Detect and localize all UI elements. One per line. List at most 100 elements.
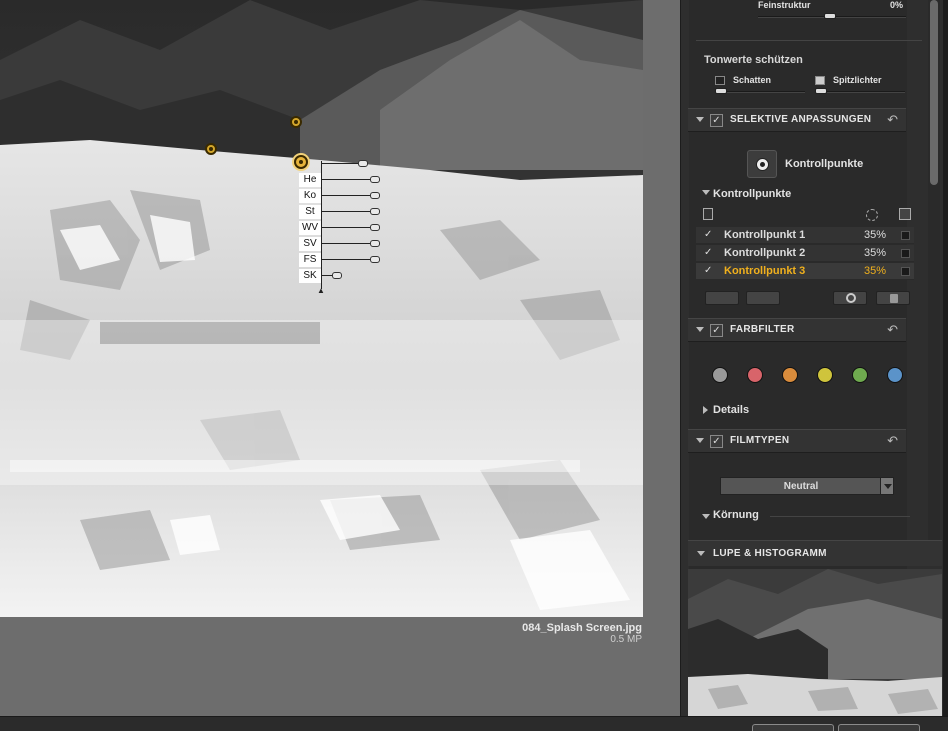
duplicate-button[interactable] [705,291,739,305]
row-checkbox[interactable]: ✓ [704,247,712,258]
highlights-slider-knob[interactable] [815,88,827,94]
icon-dot [760,162,765,167]
slider-track [321,243,373,244]
slider-structure[interactable]: St [297,205,387,219]
slider-track [321,227,373,228]
row-checkbox[interactable]: ✓ [704,265,712,276]
feinstruktur-slider-knob[interactable] [824,13,836,19]
delete-button[interactable] [876,291,910,305]
slider-fs[interactable]: FS [297,253,387,267]
slider-label: WV [299,221,321,235]
highlights-slider[interactable] [815,91,905,93]
file-name: 084_Splash Screen.jpg [522,622,642,634]
slider-label: FS [299,253,321,267]
mask-icon[interactable] [866,209,878,221]
details-label[interactable]: Details [713,404,749,416]
collapse-arrow-icon[interactable] [696,438,704,443]
row-checkbox[interactable]: ✓ [704,229,712,240]
panel-edge [943,0,948,716]
section-enable-checkbox[interactable]: ✓ [710,324,723,337]
slider-contrast[interactable]: Ko [297,189,387,203]
filter-orange-swatch[interactable] [782,367,798,383]
feinstruktur-label: Feinstruktur [758,0,811,10]
control-point-row-2[interactable]: ✓ Kontrollpunkt 2 35% [696,245,914,262]
reset-icon[interactable]: ↶ [887,433,898,449]
grain-collapse-arrow-icon[interactable] [702,514,710,519]
slider-knob[interactable] [370,224,380,231]
control-point-icon [756,158,769,171]
file-megapixels: 0.5 MP [610,634,642,645]
bottom-button-1[interactable] [752,724,834,731]
feinstruktur-value: 0% [890,0,904,10]
tonwerte-title: Tonwerte schützen [704,54,803,66]
panel-scrollbar-thumb[interactable] [930,0,938,185]
chevron-down-icon[interactable] [880,478,893,494]
add-control-point-label: Kontrollpunkte [785,158,864,170]
section-header-selective[interactable]: ✓ SELEKTIVE ANPASSUNGEN ↶ [688,108,906,132]
reset-icon[interactable]: ↶ [887,112,898,128]
filter-green-swatch[interactable] [852,367,868,383]
slider-knob[interactable] [370,176,380,183]
image-canvas: He Ko St WV SV FS SK ▲ 084_Splash Screen… [0,0,680,716]
film-type-select[interactable]: Neutral [720,477,894,495]
filter-red-swatch[interactable] [747,367,763,383]
control-point-size-slider[interactable] [297,157,387,171]
shadows-label: Schatten [733,75,772,85]
shadows-slider-knob[interactable] [715,88,727,94]
row-mask-toggle[interactable] [901,231,910,240]
filter-yellow-swatch[interactable] [817,367,833,383]
row-mask-toggle[interactable] [901,267,910,276]
section-title: LUPE & HISTOGRAMM [713,548,827,559]
slider-knob[interactable] [370,208,380,215]
section-enable-checkbox[interactable]: ✓ [710,114,723,127]
list-collapse-arrow-icon[interactable] [702,190,710,195]
section-title: FARBFILTER [730,324,795,335]
slider-sv[interactable]: SV [297,237,387,251]
collapse-arrow-icon[interactable] [697,551,705,556]
expand-arrow-icon[interactable]: ▲ [317,286,325,295]
slider-knob[interactable] [370,192,380,199]
slider-brightness[interactable]: He [297,173,387,187]
add-point-icon [846,293,856,303]
collapse-arrow-icon[interactable] [696,117,704,122]
slider-sk[interactable]: SK [297,269,387,283]
slider-track [321,179,373,180]
control-point-row-1[interactable]: ✓ Kontrollpunkt 1 35% [696,227,914,244]
photo-preview[interactable]: He Ko St WV SV FS SK ▲ [0,0,643,617]
loupe-preview[interactable] [688,569,942,716]
slider-track [321,195,373,196]
bottom-button-2[interactable] [838,724,920,731]
slider-knob[interactable] [332,272,342,279]
trash-icon [890,294,898,303]
section-header-farbfilter[interactable]: ✓ FARBFILTER ↶ [688,318,906,342]
group-icon[interactable] [899,208,911,220]
section-header-filmtypen[interactable]: ✓ FILMTYPEN ↶ [688,429,906,453]
loupe-image [688,569,942,716]
grain-label: Körnung [713,509,759,521]
slider-knob[interactable] [370,256,380,263]
details-expand-arrow-icon[interactable] [703,406,708,414]
highlights-label: Spitzlichter [833,75,882,85]
control-point-2-marker[interactable] [205,143,217,155]
section-enable-checkbox[interactable]: ✓ [710,435,723,448]
section-header-loupe[interactable]: LUPE & HISTOGRAMM [688,540,942,566]
row-mask-toggle[interactable] [901,249,910,258]
shadows-slider[interactable] [715,91,805,93]
show-hide-all-icon[interactable] [703,208,713,220]
collapse-arrow-icon[interactable] [696,327,704,332]
reset-icon[interactable]: ↶ [887,322,898,338]
slider-label: St [299,205,321,219]
slider-wv[interactable]: WV [297,221,387,235]
slider-knob[interactable] [370,240,380,247]
filter-blue-swatch[interactable] [887,367,903,383]
slider-label: He [299,173,321,187]
filter-neutral-swatch[interactable] [712,367,728,383]
group-button[interactable] [746,291,780,305]
add-point-button[interactable] [833,291,867,305]
control-point-row-3[interactable]: ✓ Kontrollpunkt 3 35% [696,263,914,280]
add-control-point-button[interactable] [747,150,777,178]
section-title: FILMTYPEN [730,435,790,446]
divider [696,40,922,41]
control-point-1-marker[interactable] [290,116,302,128]
slider-knob[interactable] [358,160,368,167]
